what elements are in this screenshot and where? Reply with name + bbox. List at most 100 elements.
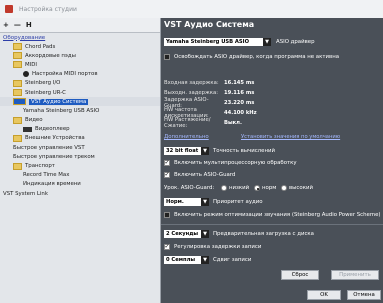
tree-item[interactable]: Видеоплеер	[0, 125, 160, 134]
divider	[161, 224, 383, 225]
tree-item[interactable]: Внешние Устройства	[0, 134, 160, 143]
chevron-down-icon: ▼	[201, 198, 209, 206]
tree-item-label: Индикация времени	[23, 181, 81, 188]
reset-button[interactable]: Сброс	[281, 270, 319, 280]
asio-driver-select[interactable]: Yamaha Steinberg USB ASIO ▼	[164, 38, 271, 46]
priority-label: Приоритет аудио	[213, 199, 263, 205]
midi-port-icon	[23, 71, 29, 78]
tree-item[interactable]: Настройка MIDI портов	[0, 70, 160, 79]
tree-item[interactable]: Chord Pads	[0, 42, 160, 51]
latency-value: 19.116 ms	[224, 89, 255, 96]
studio-setup-window: Настройка студии + — H Оборудование Chor…	[0, 0, 383, 303]
tree-item[interactable]: Быстрое управление VST	[0, 143, 160, 152]
tree-item-label: Yamaha Steinberg USB ASIO	[23, 107, 100, 114]
record-adjust-label: Регулировка задержки записи	[174, 244, 262, 250]
tree-item-label: Chord Pads	[25, 43, 56, 50]
tree-item[interactable]: VST Аудио Система	[0, 97, 160, 107]
record-adjust-checkbox[interactable]	[164, 243, 170, 250]
tree-item[interactable]: Steinberg I/O	[0, 79, 160, 88]
power-scheme-label: Включить режим оптимизации звучания (Ste…	[174, 212, 381, 218]
folder-icon	[13, 43, 22, 51]
tree-item[interactable]: Record Time Max	[0, 171, 160, 180]
tree-item[interactable]: Steinberg UR-C	[0, 88, 160, 97]
latency-row: HW Растяжение/Сжатие: Выкл.	[161, 117, 383, 129]
chevron-down-icon: ▼	[201, 256, 209, 264]
latency-row: Входная задержка: 16.145 ms	[161, 78, 383, 87]
asioguard-low-radio[interactable]	[221, 185, 227, 191]
tree-item-label: VST System Link	[3, 190, 48, 197]
release-driver-label: Освобождать ASIO драйвер, когда программ…	[174, 54, 340, 60]
asioguard-level-label: Урок. ASIO-Guard:	[164, 185, 215, 191]
tree-toolbar: + — H	[0, 18, 160, 33]
asioguard-high-label: высокий	[289, 185, 313, 191]
asioguard-high-radio[interactable]	[281, 185, 287, 191]
preload-label: Предварительная загрузка с диска	[213, 231, 314, 237]
multiproc-label: Включить мультипроцессорную обработку	[174, 160, 297, 166]
asioguard-low-label: низкий	[229, 185, 250, 191]
window-title: Настройка студии	[19, 5, 77, 13]
tree-item-label: Внешние Устройства	[25, 135, 85, 142]
asioguard-checkbox[interactable]	[164, 171, 170, 178]
latency-value: 16.145 ms	[224, 79, 255, 86]
tree-header: Оборудование	[3, 34, 46, 41]
video-icon	[23, 126, 32, 132]
asioguard-normal-label: норм	[262, 185, 277, 191]
folder-icon	[13, 162, 22, 170]
latency-key: Входная задержка:	[164, 79, 219, 86]
tree-item[interactable]: Видео	[0, 116, 160, 125]
chevron-down-icon: ▼	[201, 230, 209, 238]
priority-select[interactable]: Норм. ▼	[164, 198, 209, 206]
release-driver-checkbox[interactable]	[164, 54, 170, 60]
tree-item-label: Аккордовые пэды	[25, 52, 76, 59]
power-scheme-checkbox[interactable]	[164, 212, 170, 218]
folder-icon	[13, 98, 26, 106]
latency-key: Выходн. задержка:	[164, 89, 219, 96]
precision-select[interactable]: 32 bit float ▼	[164, 147, 209, 155]
tree-item-label: Настройка MIDI портов	[32, 71, 98, 78]
preload-select[interactable]: 2 Секунды ▼	[164, 230, 209, 238]
ok-button[interactable]: OK	[307, 290, 341, 300]
tree-item[interactable]: Индикация времени	[0, 180, 160, 189]
record-shift-select[interactable]: 0 Семплы ▼	[164, 256, 209, 264]
latency-value: 44.100 kHz	[224, 109, 257, 116]
tree-item[interactable]: Аккордовые пэды	[0, 51, 160, 60]
multiproc-checkbox[interactable]	[164, 159, 170, 166]
remove-device-button[interactable]: —	[14, 21, 21, 29]
tree-item-label: MIDI	[25, 61, 37, 68]
folder-icon	[13, 52, 22, 60]
defaults-link[interactable]: Установить значения по умолчанию	[241, 134, 340, 140]
tree-item[interactable]: MIDI	[0, 60, 160, 69]
asioguard-label: Включить ASIO-Guard	[174, 172, 236, 178]
folder-icon	[13, 89, 22, 97]
latency-value: Выкл.	[224, 119, 242, 126]
tree-item-label: Steinberg UR-C	[25, 89, 66, 96]
advanced-label: Дополнительно	[164, 134, 209, 140]
page-title: VST Аудио Система	[164, 20, 255, 29]
tree-item[interactable]: VST System Link	[0, 189, 160, 198]
tree-item-label: Быстрое управление треком	[13, 153, 95, 160]
tree-item-label: VST Аудио Система	[29, 98, 89, 105]
app-icon	[5, 5, 13, 13]
folder-icon	[13, 116, 22, 124]
tree-item-label: Быстрое управление VST	[13, 144, 85, 151]
tree-item-label: Транспорт	[25, 163, 55, 170]
reset-device-button[interactable]: H	[26, 21, 32, 29]
tree-item[interactable]: Транспорт	[0, 161, 160, 170]
add-device-button[interactable]: +	[3, 21, 9, 29]
title-bar: Настройка студии	[0, 0, 383, 18]
asio-driver-label: ASIO драйвер	[276, 39, 315, 45]
tree-item-label: Видео	[25, 117, 43, 124]
tree-item[interactable]: Быстрое управление треком	[0, 152, 160, 161]
asioguard-normal-radio[interactable]	[254, 185, 260, 191]
precision-label: Точность вычислений	[213, 148, 275, 154]
tree-item-label: Видеоплеер	[35, 126, 70, 133]
device-tree: Chord Pads Аккордовые пэды MIDI Настройка M…	[0, 42, 160, 198]
folder-icon	[13, 61, 22, 69]
tree-item[interactable]: Yamaha Steinberg USB ASIO	[0, 106, 160, 115]
cancel-button[interactable]: Отмена	[347, 290, 381, 300]
chevron-down-icon: ▼	[201, 147, 209, 155]
folder-icon	[13, 134, 22, 142]
chevron-down-icon: ▼	[263, 38, 271, 46]
tree-item-label: Record Time Max	[23, 172, 70, 179]
apply-button[interactable]: Применить	[331, 270, 379, 280]
